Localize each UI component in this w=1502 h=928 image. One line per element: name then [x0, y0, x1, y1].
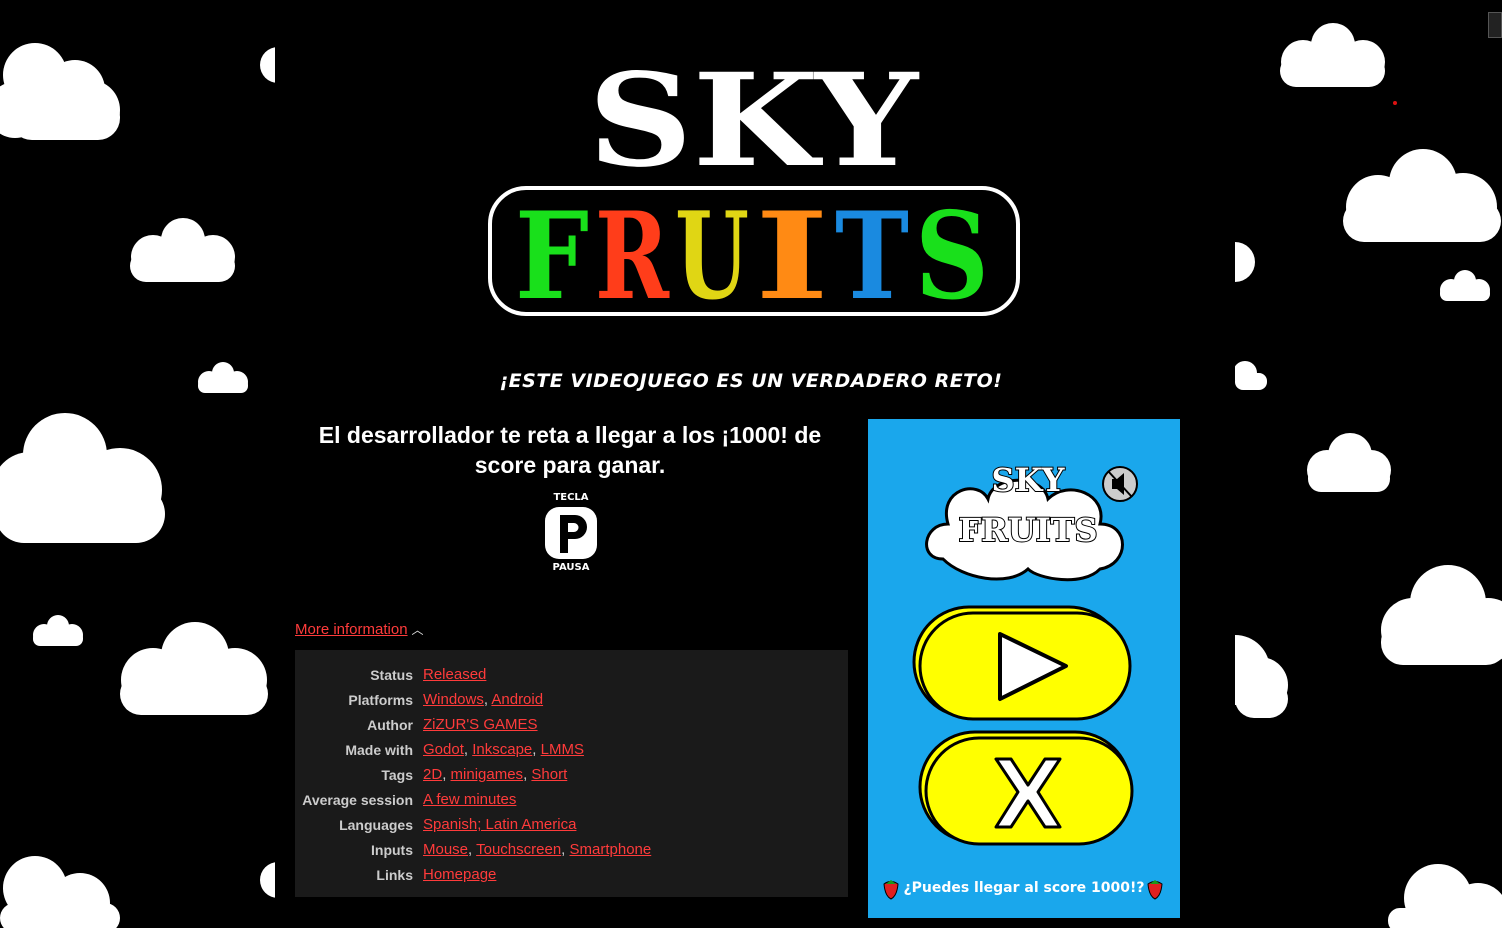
challenge-text: El desarrollador te reta a llegar a los …	[318, 422, 822, 478]
info-values: Godot, Inkscape, LMMS	[423, 737, 651, 762]
logo-fruits-letter: F	[515, 186, 589, 325]
info-row: Author ZiZUR'S GAMES	[295, 712, 651, 737]
info-key: Languages	[339, 816, 413, 833]
info-link[interactable]: Inkscape	[472, 741, 532, 758]
info-row: Inputs Mouse, Touchscreen, Smartphone	[295, 837, 651, 862]
separator: ,	[561, 841, 570, 858]
cloud-decoration	[1235, 240, 1257, 284]
info-key: Status	[370, 666, 413, 683]
cloud-decoration	[0, 848, 130, 928]
info-values: ZiZUR'S GAMES	[423, 712, 651, 737]
info-table: Status Released Platforms Windows, Android A…	[295, 662, 651, 887]
cloud-decoration	[1338, 145, 1502, 245]
info-link[interactable]: minigames	[451, 766, 524, 783]
info-values: A few minutes	[423, 787, 651, 812]
cloud-decoration	[1378, 558, 1502, 668]
logo-fruits-letter: I	[755, 186, 829, 325]
info-values: Mouse, Touchscreen, Smartphone	[423, 837, 651, 862]
cloud-decoration	[1305, 430, 1393, 495]
logo-fruits-letter: U	[675, 186, 749, 325]
logo-fruits-letter: S	[915, 186, 989, 325]
fullscreen-icon[interactable]	[1488, 12, 1502, 38]
logo-fruits-letter: T	[835, 186, 909, 325]
info-link[interactable]: Short	[531, 766, 567, 783]
pause-hint: TECLA PAUSA	[540, 492, 602, 574]
cloud-decoration	[1235, 630, 1290, 720]
logo-sky-text: SKY	[588, 46, 920, 196]
info-row: Platforms Windows, Android	[295, 687, 651, 712]
game-logo: SKY FRUITS	[485, 40, 1025, 325]
info-values: Spanish; Latin America	[423, 812, 651, 837]
red-dot	[1393, 101, 1397, 105]
score-prompt: ¿Puedes llegar al score 1000!?	[903, 880, 1145, 896]
pause-hint-top: TECLA	[553, 492, 589, 503]
info-row: Made with Godot, Inkscape, LMMS	[295, 737, 651, 762]
info-link[interactable]: Windows	[423, 691, 484, 708]
info-link[interactable]: Homepage	[423, 866, 496, 883]
info-values: 2D, minigames, Short	[423, 762, 651, 787]
info-link[interactable]: LMMS	[541, 741, 584, 758]
info-link[interactable]: Touchscreen	[476, 841, 561, 858]
separator: ,	[468, 841, 477, 858]
info-key: Links	[376, 866, 413, 883]
info-table-panel: Status Released Platforms Windows, Android A…	[295, 650, 848, 897]
game-frame[interactable]: SKY FRUITS ¿Puedes llegar al score 1000!…	[868, 419, 1180, 918]
cloud-decoration	[30, 613, 85, 648]
info-link[interactable]: 2D	[423, 766, 442, 783]
speaker-muted-icon	[1102, 466, 1138, 502]
info-key: Platforms	[348, 691, 413, 708]
info-link[interactable]: Android	[491, 691, 543, 708]
info-row: Average session A few minutes	[295, 787, 651, 812]
info-link[interactable]: Godot	[423, 741, 464, 758]
play-button	[912, 605, 1132, 721]
tagline: ¡ESTE VIDEOJUEGO ES UN VERDADERO RETO!	[499, 370, 1003, 392]
cloud-decoration	[0, 405, 175, 545]
info-row: Languages Spanish; Latin America	[295, 812, 651, 837]
exit-button	[918, 730, 1134, 846]
pause-hint-bottom: PAUSA	[552, 562, 590, 573]
info-row: Status Released	[295, 662, 651, 687]
chevron-up-icon: ︿	[411, 623, 424, 637]
cloud-decoration	[125, 215, 240, 285]
more-information-label: More information	[295, 621, 408, 638]
info-values: Homepage	[423, 862, 651, 887]
info-values: Windows, Android	[423, 687, 651, 712]
game-logo-sky: SKY	[992, 461, 1066, 499]
info-link[interactable]: Smartphone	[570, 841, 652, 858]
info-key: Average session	[302, 791, 413, 808]
cloud-decoration	[0, 35, 130, 145]
cloud-decoration	[115, 618, 270, 718]
info-key: Author	[367, 716, 413, 733]
info-values: Released	[423, 662, 651, 687]
info-key: Inputs	[371, 841, 413, 858]
info-link[interactable]: A few minutes	[423, 791, 516, 808]
p-key-icon	[545, 507, 597, 559]
info-row: Tags 2D, minigames, Short	[295, 762, 651, 787]
info-key: Tags	[381, 766, 413, 783]
separator: ,	[463, 741, 473, 758]
cloud-decoration	[1378, 858, 1502, 928]
cloud-decoration	[1275, 20, 1390, 90]
separator: ,	[442, 766, 451, 783]
info-row: Links Homepage	[295, 862, 651, 887]
info-link[interactable]: ZiZUR'S GAMES	[423, 716, 538, 733]
cloud-decoration	[1437, 268, 1492, 303]
separator: ,	[532, 741, 541, 758]
info-link[interactable]: Mouse	[423, 841, 468, 858]
info-link[interactable]: Released	[423, 666, 486, 683]
info-link[interactable]: Spanish; Latin America	[423, 816, 576, 833]
game-logo-fruits: FRUITS	[958, 511, 1097, 549]
logo-fruits-letter: R	[595, 186, 670, 325]
info-key: Made with	[345, 741, 413, 758]
more-information-toggle[interactable]: More information ︿	[295, 621, 424, 638]
